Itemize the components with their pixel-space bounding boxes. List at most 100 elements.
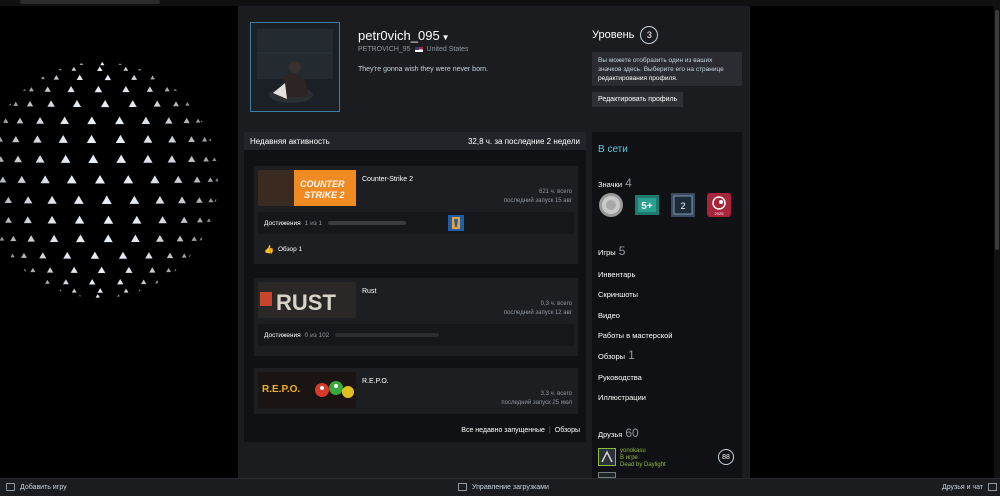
badges-link[interactable]: Значки 4 (598, 176, 632, 190)
steam-award-badge-icon[interactable]: 2025 (706, 192, 732, 218)
sphere-dot (178, 196, 186, 204)
add-game-button[interactable]: Добавить игру (6, 483, 67, 491)
sphere-dot (86, 134, 97, 143)
plus-icon (6, 483, 15, 491)
sphere-dot (16, 117, 24, 124)
hours-total: 621 ч. всего (539, 189, 572, 195)
reviews-link[interactable]: Обзоры (555, 427, 580, 434)
sphere-dot (44, 86, 51, 92)
sphere-dot (202, 137, 208, 142)
achievements-row[interactable]: Достижения 0 из 102 (258, 324, 574, 346)
persona-name[interactable]: petr0vich_095 ▼ (358, 28, 450, 43)
profile-header: petr0vich_095 ▼ PETROVICH_95 United State… (238, 6, 750, 124)
hint-line: значков здесь. Выберите его на странице (598, 66, 724, 73)
sphere-dot (158, 216, 167, 224)
guides-link[interactable]: Руководства (598, 373, 642, 382)
sphere-dot (71, 66, 77, 71)
sphere-dot (23, 196, 33, 204)
us-flag-icon (414, 47, 423, 52)
level-badge-icon[interactable]: 2 (670, 192, 696, 218)
sphere-dot (128, 100, 137, 107)
edit-profile-button[interactable]: Редактировать профиль (592, 92, 684, 107)
sphere-dot (165, 117, 173, 124)
sphere-dot (58, 135, 68, 143)
reviews-sidebar-link[interactable]: Обзоры 1 (598, 348, 635, 362)
page-scrollbar[interactable] (994, 6, 1000, 478)
sphere-dot (199, 237, 204, 241)
country: United States (426, 46, 469, 53)
capsule-text-line: COUNTER (300, 179, 345, 189)
coin-badge-icon[interactable] (598, 192, 624, 218)
sphere-dot (174, 175, 183, 183)
downloads-button[interactable]: Управление загрузками (458, 483, 549, 491)
last-played: последний запуск 12 авг (503, 310, 572, 316)
sphere-dot (40, 75, 45, 80)
hint-end: . (675, 75, 678, 82)
real-name: PETROVICH_95 (358, 46, 411, 53)
sphere-dot (122, 85, 130, 93)
profile-page: petr0vich_095 ▼ PETROVICH_95 United State… (238, 6, 750, 478)
friends-link[interactable]: Друзья 60 (598, 426, 639, 440)
sphere-dot (97, 288, 103, 293)
game-capsule-rust[interactable]: RUST (258, 282, 356, 318)
achievements-row[interactable]: Достижения 1 из 1 (258, 212, 574, 234)
artwork-link[interactable]: Иллюстрации (598, 393, 646, 402)
profile-sidebar: В сети Значки 4 5+ 2 2025 Игры 5 Инвентарь… (592, 132, 742, 478)
badge-list: 5+ 2 2025 (598, 192, 732, 218)
inventory-link[interactable]: Инвентарь (598, 270, 635, 279)
games-link[interactable]: Игры 5 (598, 244, 625, 258)
profile-summary: They're gonna wish they were never born. (358, 66, 489, 73)
game-hours: 3,3 ч. всего последний запуск 25 июл (501, 390, 572, 408)
level-box: Уровень 3 Вы можете отобразить один из в… (592, 26, 742, 107)
sphere-dot (39, 252, 47, 259)
profile-avatar[interactable] (250, 22, 340, 112)
recent-activity: Недавняя активность 32,8 ч. за последние… (244, 132, 586, 442)
game-name[interactable]: Rust (362, 288, 376, 295)
achievements-progress-fill (328, 221, 407, 225)
recent-game-cs2: COUNTER STRIKE 2 Counter-Strike 2 621 ч.… (254, 166, 578, 264)
sphere-dot (14, 155, 22, 163)
game-capsule-repo[interactable]: R.E.P.O. (258, 372, 356, 408)
sphere-dot (78, 294, 82, 298)
badge-year: 2025 (715, 211, 725, 216)
review-row[interactable]: 👍 Обзор 1 (258, 238, 574, 260)
chevron-down-icon[interactable]: ▼ (442, 33, 450, 42)
sphere-dot (123, 175, 134, 184)
sphere-dot (46, 267, 54, 273)
sphere-dot (188, 136, 195, 142)
edit-profile-link[interactable]: редактирования профиля (598, 75, 676, 82)
game-name[interactable]: R.E.P.O. (362, 378, 389, 385)
recent-game-rust: RUST Rust 0,3 ч. всего последний запуск … (254, 278, 578, 356)
all-recent-link[interactable]: Все недавно запущенные (461, 427, 545, 434)
address-bar[interactable] (20, 0, 160, 4)
featured-badge-hint: Вы можете отобразить один из ваших значк… (592, 52, 742, 86)
sphere-dot (208, 197, 214, 203)
downloads-label: Управление загрузками (472, 483, 549, 491)
game-capsule-cs2[interactable]: COUNTER STRIKE 2 (258, 170, 356, 206)
sphere-dot (97, 66, 103, 72)
sphere-dot (26, 100, 34, 107)
scrollbar-thumb[interactable] (995, 10, 999, 250)
workshop-link[interactable]: Работы в мастерской (598, 331, 672, 340)
game-name[interactable]: Counter-Strike 2 (362, 176, 413, 183)
download-icon (458, 483, 467, 491)
sphere-dot (62, 279, 69, 285)
sphere-dot (40, 175, 50, 184)
friend-level: 88 (718, 449, 734, 465)
years-badge-icon[interactable]: 5+ (634, 192, 660, 218)
sphere-dot (94, 85, 103, 93)
achievements-progress (328, 221, 407, 225)
capsule-text-line: STRIKE 2 (304, 190, 345, 200)
sphere-dot (141, 116, 151, 124)
achievement-icon[interactable] (448, 215, 464, 231)
sphere-dot (0, 176, 7, 183)
recent-game-repo: R.E.P.O. R.E.P.O. 3,3 ч. всего последний… (254, 368, 578, 414)
videos-link[interactable]: Видео (598, 311, 620, 320)
friends-chat-button[interactable]: Друзья и чат (942, 483, 998, 491)
profile-background-art (0, 62, 218, 298)
friend-item[interactable]: yonokasu В игре Dead by Daylight 88 (598, 448, 738, 470)
sphere-dot (164, 87, 170, 92)
screenshots-link[interactable]: Скриншоты (598, 290, 638, 299)
recent-activity-summary: 32,8 ч. за последние 2 недели (467, 136, 580, 146)
recent-activity-footer: Все недавно запущенные | Обзоры (461, 427, 580, 434)
